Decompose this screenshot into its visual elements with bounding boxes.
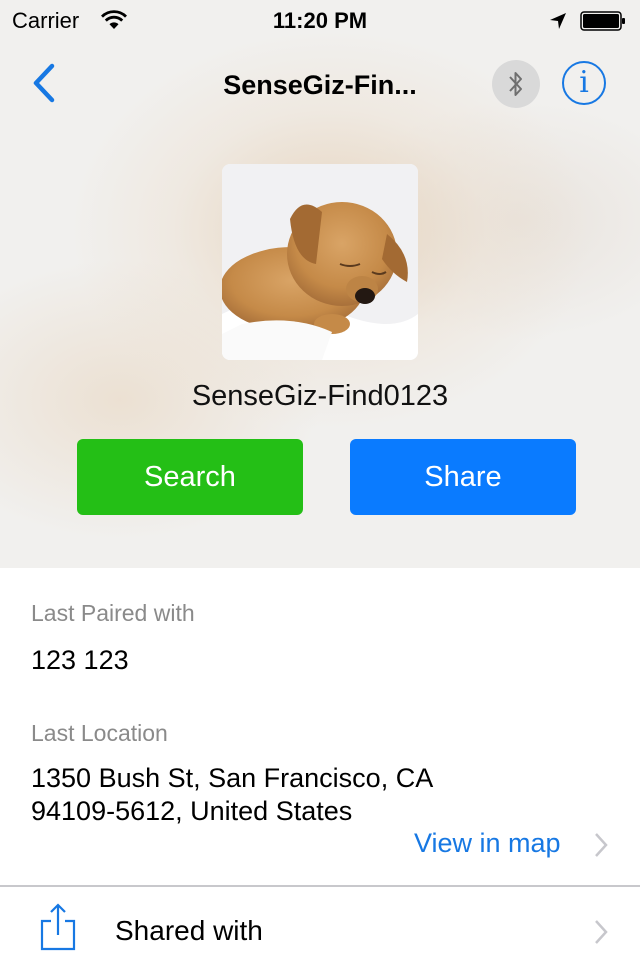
share-icon [40,903,76,951]
info-button[interactable]: i [562,61,606,105]
battery-icon [580,11,625,31]
shared-with-row[interactable]: Shared with [0,887,640,960]
bluetooth-button[interactable] [492,60,540,108]
last-paired-label: Last Paired with [31,600,195,626]
search-button[interactable]: Search [77,439,303,515]
back-button[interactable] [28,62,62,106]
last-paired-value: 123 123 [31,645,129,675]
bluetooth-icon [509,72,522,96]
chevron-left-icon [33,63,55,103]
status-bar: Carrier 11:20 PM [0,0,640,40]
shared-with-label: Shared with [115,915,263,946]
info-icon: i [579,65,589,100]
puppy-photo [222,164,418,360]
address-line-1: 1350 Bush St, San Francisco, CA [31,763,434,793]
chevron-right-icon [595,920,608,944]
share-button[interactable]: Share [350,439,576,515]
address-line-2: 94109-5612, United States [31,796,353,826]
location-arrow-icon [550,13,566,29]
status-time: 11:20 PM [272,8,368,33]
page-title: SenseGiz-Fin... [223,70,417,100]
chevron-right-icon [595,833,608,857]
device-name: SenseGiz-Find0123 [191,380,449,412]
device-avatar[interactable] [222,164,418,360]
view-in-map-link[interactable]: View in map [414,828,561,859]
last-location-label: Last Location [31,720,168,746]
